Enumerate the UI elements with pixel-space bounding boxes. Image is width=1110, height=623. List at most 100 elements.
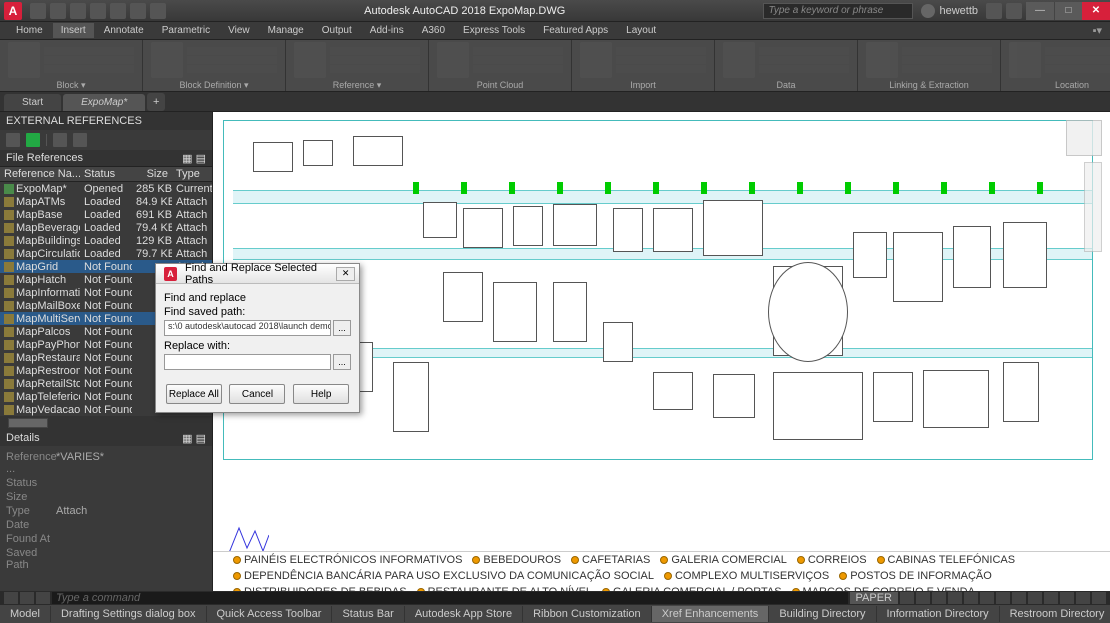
menu-featured-apps[interactable]: Featured Apps [535, 23, 616, 38]
navigation-bar[interactable] [1084, 162, 1102, 252]
layout-tab[interactable]: Status Bar [332, 606, 404, 622]
xref-row[interactable]: ExpoMap*Opened285 KBCurrent [0, 182, 212, 195]
menu-manage[interactable]: Manage [260, 23, 312, 38]
find-browse-button[interactable]: ... [333, 320, 351, 336]
polar-icon[interactable] [948, 592, 962, 604]
osnap-icon[interactable] [964, 592, 978, 604]
details-toggle-icon[interactable]: ▦ ▤ [182, 432, 206, 445]
maximize-button[interactable]: □ [1054, 2, 1082, 20]
selection-icon[interactable] [1028, 592, 1042, 604]
ribbon-button[interactable] [580, 42, 612, 78]
transparency-icon[interactable] [1012, 592, 1026, 604]
replace-all-button[interactable]: Replace All [166, 384, 222, 404]
dialog-close-button[interactable]: ✕ [336, 267, 355, 281]
qat-saveas-icon[interactable] [90, 3, 106, 19]
horizontal-scrollbar[interactable] [0, 416, 212, 430]
help-icon[interactable] [1006, 3, 1022, 19]
layout-tab[interactable]: Xref Enhancements [652, 606, 770, 622]
legend-dot-icon [233, 556, 241, 564]
menu-annotate[interactable]: Annotate [96, 23, 152, 38]
ribbon-button[interactable] [723, 42, 755, 78]
doctab-active[interactable]: ExpoMap* [63, 94, 145, 111]
attach-dwg-icon[interactable] [6, 133, 20, 147]
a360-icon[interactable] [986, 3, 1002, 19]
refresh-icon[interactable] [26, 133, 40, 147]
xref-row[interactable]: MapCirculationLoaded79.7 KBAttach [0, 247, 212, 260]
col-status[interactable]: Status [80, 167, 132, 181]
dialog-buttons: Replace All Cancel Help [156, 380, 359, 412]
layout-tab[interactable]: Building Directory [769, 606, 876, 622]
units-icon[interactable] [1076, 592, 1090, 604]
ribbon-button[interactable] [437, 42, 469, 78]
workspace-icon[interactable] [1060, 592, 1074, 604]
xref-row[interactable]: MapBuildingsLoaded129 KBAttach [0, 234, 212, 247]
xref-row[interactable]: MapATMsLoaded84.9 KBAttach [0, 195, 212, 208]
ribbon-button[interactable] [866, 42, 898, 78]
layout-tab[interactable]: Information Directory [877, 606, 1000, 622]
cleanscreen-icon[interactable] [1092, 592, 1106, 604]
qat-new-icon[interactable] [30, 3, 46, 19]
tree-view-icon[interactable] [73, 133, 87, 147]
qat-undo-icon[interactable] [130, 3, 146, 19]
ribbon-button[interactable] [1009, 42, 1041, 78]
doctab-start[interactable]: Start [4, 94, 61, 111]
layout-tab[interactable]: Drafting Settings dialog box [51, 606, 207, 622]
close-button[interactable]: ✕ [1082, 2, 1110, 20]
menu-insert[interactable]: Insert [53, 23, 94, 38]
menu-layout[interactable]: Layout [618, 23, 664, 38]
menu-add-ins[interactable]: Add-ins [362, 23, 412, 38]
qat-redo-icon[interactable] [150, 3, 166, 19]
layout-tab[interactable]: Quick Access Toolbar [207, 606, 333, 622]
col-size[interactable]: Size [132, 167, 172, 181]
command-line[interactable]: Type a command [52, 592, 848, 604]
menu-output[interactable]: Output [314, 23, 360, 38]
layout-tab[interactable]: Ribbon Customization [523, 606, 652, 622]
view-toggle-icon[interactable]: ▦ ▤ [182, 152, 206, 165]
legend: PAINÉIS ELECTRÓNICOS INFORMATIVOSBEBEDOU… [213, 551, 1110, 591]
col-type[interactable]: Type [172, 167, 212, 181]
layout-tab[interactable]: Restroom Directory [1000, 606, 1110, 622]
replace-with-input[interactable] [164, 354, 331, 370]
dialog-subtitle: Find and replace [164, 292, 351, 304]
help-button[interactable]: Help [293, 384, 349, 404]
menu-a360[interactable]: A360 [414, 23, 453, 38]
otrack-icon[interactable] [980, 592, 994, 604]
xref-row[interactable]: MapBeveragesLoaded79.4 KBAttach [0, 221, 212, 234]
user-menu[interactable]: hewettb [921, 4, 978, 18]
space-toggle[interactable]: PAPER [850, 592, 898, 604]
qat-open-icon[interactable] [50, 3, 66, 19]
xref-icon [4, 223, 14, 233]
grid-icon[interactable] [900, 592, 914, 604]
menu-view[interactable]: View [220, 23, 258, 38]
model-space-icon[interactable] [4, 592, 18, 604]
col-name[interactable]: Reference Na... [0, 167, 80, 181]
xref-icon [4, 392, 14, 402]
ortho-icon[interactable] [932, 592, 946, 604]
cancel-button[interactable]: Cancel [229, 384, 285, 404]
qat-save-icon[interactable] [70, 3, 86, 19]
ribbon-minimize-icon[interactable]: ▪▾ [1093, 24, 1102, 37]
qat-plot-icon[interactable] [110, 3, 126, 19]
menu-parametric[interactable]: Parametric [154, 23, 218, 38]
ribbon-button[interactable] [294, 42, 326, 78]
minimize-button[interactable]: — [1026, 2, 1054, 20]
viewcube[interactable] [1066, 120, 1102, 156]
layout-tab[interactable]: Autodesk App Store [405, 606, 523, 622]
list-view-icon[interactable] [53, 133, 67, 147]
menu-express-tools[interactable]: Express Tools [455, 23, 533, 38]
plus-icon[interactable] [36, 592, 50, 604]
layout-tab[interactable]: Model [0, 606, 51, 622]
layout-icon[interactable] [20, 592, 34, 604]
ribbon-button[interactable] [151, 42, 183, 78]
xref-row[interactable]: MapBaseLoaded691 KBAttach [0, 208, 212, 221]
snap-icon[interactable] [916, 592, 930, 604]
help-search-input[interactable]: Type a keyword or phrase [763, 3, 913, 19]
lweight-icon[interactable] [996, 592, 1010, 604]
replace-browse-button[interactable]: ... [333, 354, 351, 370]
find-path-input[interactable]: s:\0 autodesk\autocad 2018\launch demo\d… [164, 320, 331, 336]
dialog-titlebar[interactable]: A Find and Replace Selected Paths ✕ [156, 264, 359, 284]
add-tab-button[interactable]: + [147, 93, 165, 111]
ribbon-button[interactable] [8, 42, 40, 78]
annoscale-icon[interactable] [1044, 592, 1058, 604]
menu-home[interactable]: Home [8, 23, 51, 38]
